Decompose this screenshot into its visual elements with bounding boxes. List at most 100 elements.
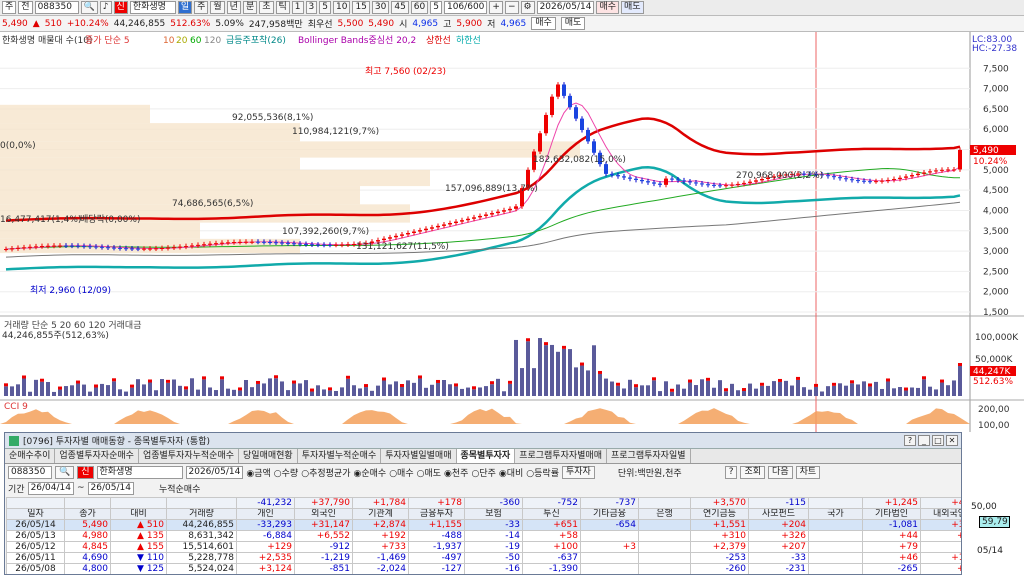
tab-investor-daily[interactable]: 투자자별일별매매 [381,449,456,463]
investor-button[interactable]: 투자자 [562,466,595,479]
table-row[interactable]: 26/05/13 4,980 ▲ 135 8,631,342 -6,884 +6,552 +… [7,531,963,542]
investor-table: -41,232 +37,790 +1,784 +178 -360 -752 -737 +3,5… [6,497,962,575]
tab-today[interactable]: 당일매매현황 [239,449,298,463]
tick-button[interactable]: 틱 [276,1,290,14]
bar-count[interactable]: 106/600 [444,1,487,14]
opt-rate[interactable]: ○등락률 [526,466,559,479]
minute-button[interactable]: 분 [243,1,257,14]
candle-body [220,243,224,244]
monthly-button[interactable]: 월 [210,1,224,14]
tab-program-daily[interactable]: 프로그램투자자일별 [607,449,691,463]
price-annotation: 110,984,121(9,7%) [292,127,379,137]
zoom-in-icon[interactable]: + [489,1,503,14]
daily-button[interactable]: 일 [178,1,192,14]
period-from[interactable]: 26/04/14 [28,482,74,495]
next-button[interactable]: 다음 [768,466,793,479]
win-date-input[interactable]: 2026/05/14 [186,466,244,479]
tab-net-trend[interactable]: 순매수추이 [5,449,55,463]
close-icon[interactable]: ✕ [946,435,958,446]
win-code-input[interactable]: 088350 [8,466,52,479]
volume-cap [580,363,584,366]
volume-bar [826,386,830,396]
volume-bar [40,382,44,396]
table-cell: +46 [863,553,921,564]
volume-cap [868,383,872,386]
opt-qty[interactable]: ○수량 [274,466,298,479]
interval-15[interactable]: 15 [352,1,369,14]
search-icon[interactable]: 🔍 [81,1,98,14]
volume-bar [940,383,944,396]
table-row[interactable]: 26/05/08 4,800 ▼ 125 5,524,024 +3,124 -851 -2,… [7,564,963,575]
interval-60[interactable]: 60 [411,1,428,14]
weekly-button[interactable]: 주 [194,1,208,14]
win-search-icon[interactable]: 🔍 [55,466,74,479]
tab-sector-net[interactable]: 업종별투자자순매수 [55,449,139,463]
minimize-icon[interactable]: _ [918,435,930,446]
volume-bar [928,387,932,396]
vol-tick-label: 100,000K [975,333,1019,343]
interval-5[interactable]: 5 [319,1,331,14]
table-cell: -497 [409,553,465,564]
volume-bar [448,384,452,396]
minute-select[interactable]: 5 [430,1,442,14]
chart-button[interactable]: 차트 [796,466,821,479]
tab-stock-investor[interactable]: 종목별투자자 [457,449,516,463]
interval-3[interactable]: 3 [306,1,318,14]
table-cell: 5,524,024 [167,564,237,575]
opt-diff[interactable]: ◉대비 [499,466,523,479]
volume-bar [874,382,878,396]
opt-net-label: 순매수 [361,469,386,479]
volume-bar [706,381,710,396]
price-annotation: 157,096,889(13,7%) [445,184,538,194]
opt-thousand[interactable]: ◉천주 [444,466,468,479]
opt-buy[interactable]: ○매수 [389,466,413,479]
interval-45[interactable]: 45 [391,1,408,14]
speaker-icon[interactable]: ♪ [100,1,112,14]
period-select[interactable]: 주 [2,1,16,14]
market-select[interactable]: 전 [18,1,32,14]
quote-buy-button[interactable]: 매수 [531,17,556,30]
opt-rate-label: 등락률 [534,469,559,479]
opt-single[interactable]: ○단주 [471,466,495,479]
buy-button[interactable]: 매수 [596,1,619,14]
date-input[interactable]: 2026/05/14 [537,1,595,14]
help-icon[interactable]: ? [904,435,916,446]
volume-bar [748,384,752,396]
settings-icon[interactable]: ⚙ [521,1,535,14]
opt-net[interactable]: ◉순매수 [353,466,386,479]
table-row[interactable]: 26/05/11 4,690 ▼ 110 5,228,778 +2,535 -1,219-… [7,553,963,564]
volume-cap [526,338,530,341]
period-to[interactable]: 26/05/14 [88,482,134,495]
interval-30[interactable]: 30 [372,1,389,14]
ind-ma5: 종가 단순 5 [85,35,130,46]
stock-code-input[interactable]: 088350 [35,1,79,14]
stock-chart[interactable]: 7,5007,0006,5006,0005,5005,0004,5004,000… [0,32,1024,432]
volume-bar [580,366,584,396]
lookup-button[interactable]: 조회 [740,466,765,479]
interval-10[interactable]: 10 [333,1,350,14]
second-button[interactable]: 초 [259,1,273,14]
maximize-icon[interactable]: □ [932,435,944,446]
win-help-button[interactable]: ? [725,466,738,479]
table-row[interactable]: 26/05/14 5,490 ▲ 510 44,246,855 -33,293 +31,1… [7,520,963,531]
interval-1[interactable]: 1 [292,1,304,14]
sell-button[interactable]: 매도 [621,1,644,14]
tab-investor-cum[interactable]: 투자자별누적순매수 [298,449,382,463]
table-cell: +3,124 [237,564,295,575]
volume-bar [142,384,146,396]
tab-program[interactable]: 프로그램투자자별매매 [515,449,607,463]
yearly-button[interactable]: 년 [227,1,241,14]
tab-sector-cum[interactable]: 업종별투자자누적순매수 [139,449,239,463]
quote-sell-button[interactable]: 매도 [561,17,586,30]
volume-bar [220,379,224,396]
zoom-out-icon[interactable]: − [505,1,519,14]
table-row[interactable]: 26/05/12 4,845 ▲ 155 15,514,601 +129 -912 +733… [7,542,963,553]
candle-body [622,176,626,177]
opt-amount[interactable]: ◉금액 [246,466,270,479]
opt-avg[interactable]: ○추정평균가 [301,466,350,479]
volume-cap [886,378,890,381]
candle-body [292,243,296,244]
volume-bar [766,386,770,396]
opt-sell[interactable]: ○매도 [417,466,441,479]
candle-body [904,176,908,177]
